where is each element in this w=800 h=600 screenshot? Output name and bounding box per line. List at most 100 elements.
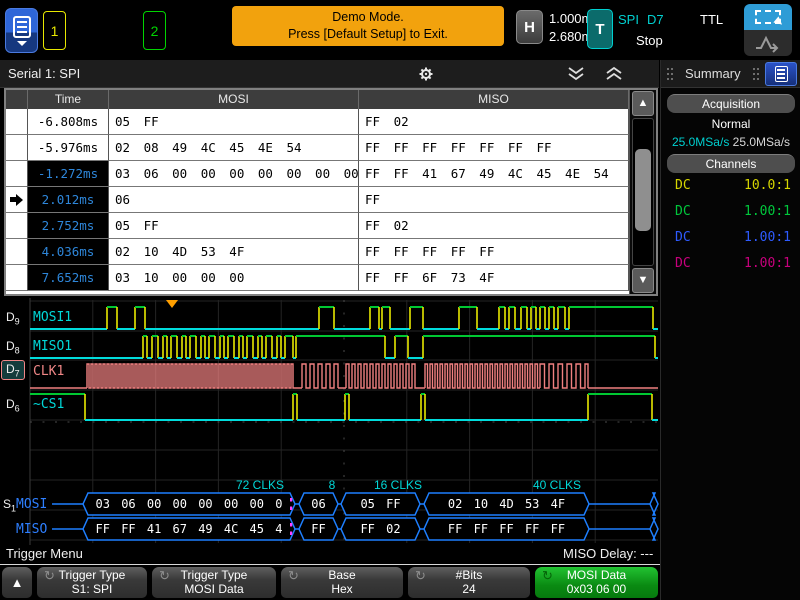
digital-channel-6-label[interactable]: D6 (6, 397, 20, 413)
softkey-base[interactable]: ↻BaseHex (281, 567, 403, 598)
digital-channel-7-label[interactable]: D7 (1, 360, 25, 380)
digital-channel-9-label[interactable]: D9 (6, 310, 20, 326)
table-body: -6.808ms 05 FF FF 02 -5.976ms 02 08 49 4… (6, 109, 629, 294)
table-header-pointer-col (6, 90, 28, 109)
table-header-mosi: MOSI (109, 90, 359, 109)
row-miso: FF FF FF FF FF FF FF (359, 135, 629, 161)
demo-mode-banner: Demo Mode. Press [Default Setup] to Exit… (232, 6, 504, 46)
row-mosi: 05 FF (109, 213, 359, 239)
digital-sample-rate: 25.0MSa/s (672, 135, 729, 149)
channel-summary-row: DC10.0:1 (675, 178, 791, 198)
serial-panel-title: Serial 1: SPI (8, 60, 80, 88)
horizontal-button[interactable]: H (516, 10, 543, 44)
settings-gear-icon[interactable] (418, 66, 434, 87)
signal-name-clk1: CLK1 (33, 364, 64, 379)
pan-waveform-button[interactable] (744, 30, 792, 56)
signal-name-cs1: ~CS1 (33, 397, 64, 412)
row-time: 4.036ms (28, 239, 109, 265)
row-mosi: 03 06 00 00 00 00 00 00 00 (109, 161, 359, 187)
channel-1-button[interactable]: 1 (43, 11, 66, 50)
svg-text:FF: FF (311, 522, 325, 536)
softkey--bits[interactable]: ↻#Bits24 (408, 567, 530, 598)
row-pointer-cell (6, 213, 28, 239)
row-pointer-cell (6, 187, 28, 213)
row-pointer-cell (6, 109, 28, 135)
row-miso: FF (359, 187, 629, 213)
serial-decode-table: Time MOSI MISO -6.808ms 05 FF FF 02 -5.9… (4, 88, 658, 296)
drag-grip-icon[interactable] (667, 68, 674, 81)
digital-channel-8-label[interactable]: D8 (6, 339, 20, 355)
row-time: 7.652ms (28, 265, 109, 291)
row-miso: FF FF 6F 73 4F (359, 265, 629, 291)
zoom-select-button[interactable] (744, 4, 792, 30)
scroll-up-button[interactable]: ▲ (632, 91, 654, 116)
row-pointer-cell (6, 239, 28, 265)
svg-text:FF FF FF FF FF: FF FF FF FF FF (448, 522, 565, 536)
serial-bus-label[interactable]: S1 (3, 497, 16, 513)
svg-text:40 CLKS: 40 CLKS (533, 478, 581, 492)
scrollbar-thumb[interactable] (635, 149, 651, 231)
softkey-trigger-type[interactable]: ↻Trigger TypeMOSI Data (152, 567, 276, 598)
rotary-knob-icon: ↻ (159, 568, 170, 584)
serial-panel-header: Serial 1: SPI (0, 60, 659, 88)
sample-rates: 25.0MSa/s 25.0MSa/s (661, 135, 800, 149)
acquisition-section-button[interactable]: Acquisition (667, 94, 795, 113)
svg-text:FF FF 41 67 49 4C 45 4: FF FF 41 67 49 4C 45 4 (96, 522, 283, 536)
acquisition-mode: Normal (661, 117, 800, 131)
summary-header: Summary (661, 60, 800, 88)
row-time: -6.808ms (28, 109, 109, 135)
svg-text:02 10 4D 53 4F: 02 10 4D 53 4F (448, 497, 565, 511)
channels-section-button[interactable]: Channels (667, 154, 795, 173)
row-mosi: 02 10 4D 53 4F (109, 239, 359, 265)
channel-2-button[interactable]: 2 (143, 11, 166, 50)
scroll-down-button[interactable]: ▼ (632, 268, 654, 293)
rotary-knob-icon: ↻ (415, 568, 426, 584)
row-miso: FF FF 41 67 49 4C 45 4E 54 (359, 161, 629, 187)
svg-text:72 CLKS: 72 CLKS (236, 478, 284, 492)
svg-text:16 CLKS: 16 CLKS (374, 478, 422, 492)
expand-panel-icon[interactable] (604, 66, 624, 87)
row-time: 2.752ms (28, 213, 109, 239)
main-menu-button[interactable] (5, 8, 38, 53)
softkey-trigger-type[interactable]: ↻Trigger TypeS1: SPI (37, 567, 147, 598)
trigger-button[interactable]: T (587, 9, 613, 49)
table-row[interactable]: 7.652ms 03 10 00 00 00 FF FF 6F 73 4F (6, 265, 629, 291)
channel-summary-row: DC1.00:1 (675, 204, 791, 224)
zoom-rectangle-icon (755, 10, 781, 24)
softkey-mosi-data[interactable]: ↻MOSI Data0x03 06 00 (535, 567, 658, 598)
miso-delay-status: MISO Delay: --- (563, 546, 653, 561)
trigger-label: T (595, 21, 604, 38)
drag-grip-icon[interactable] (753, 68, 760, 81)
row-miso: FF FF FF FF FF (359, 239, 629, 265)
table-row[interactable]: 2.012ms 06 FF (6, 187, 629, 213)
table-header-miso: MISO (359, 90, 629, 109)
row-time: -1.272ms (28, 161, 109, 187)
trigger-source: D7 (647, 12, 664, 27)
svg-text:05 FF: 05 FF (360, 497, 400, 511)
waveform-display[interactable]: 72 CLKS816 CLKS40 CLKSMOSI03 06 00 00 00… (0, 298, 660, 545)
table-row[interactable]: 2.752ms 05 FF FF 02 (6, 213, 629, 239)
row-miso: FF 02 (359, 109, 629, 135)
softkey-back-button[interactable]: ▲ (2, 567, 32, 598)
row-time: 2.012ms (28, 187, 109, 213)
table-row[interactable]: -1.272ms 03 06 00 00 00 00 00 00 00 FF F… (6, 161, 629, 187)
summary-title: Summary (685, 60, 741, 88)
table-header-row: Time MOSI MISO (6, 90, 629, 109)
channel-2-label: 2 (151, 23, 159, 39)
scrollbar-track[interactable] (632, 118, 654, 266)
table-row[interactable]: -6.808ms 05 FF FF 02 (6, 109, 629, 135)
row-mosi: 02 08 49 4C 45 4E 54 (109, 135, 359, 161)
table-row[interactable]: -5.976ms 02 08 49 4C 45 4E 54 FF FF FF F… (6, 135, 629, 161)
svg-text:03 06 00 00 00 00 00 0: 03 06 00 00 00 00 00 0 (96, 497, 283, 511)
collapse-panel-icon[interactable] (566, 66, 586, 87)
trigger-mode: SPI (618, 12, 639, 27)
summary-menu-button[interactable] (765, 62, 797, 86)
rotary-knob-icon: ↻ (542, 568, 553, 584)
summary-sidebar: Summary Acquisition Normal 25.0MSa/s 25.… (660, 60, 800, 600)
row-pointer-cell (6, 265, 28, 291)
svg-text:8: 8 (329, 478, 336, 492)
run-state: Stop (636, 33, 663, 48)
svg-text:MISO: MISO (16, 522, 47, 537)
pan-zigzag-icon (753, 32, 783, 54)
table-row[interactable]: 4.036ms 02 10 4D 53 4F FF FF FF FF FF (6, 239, 629, 265)
